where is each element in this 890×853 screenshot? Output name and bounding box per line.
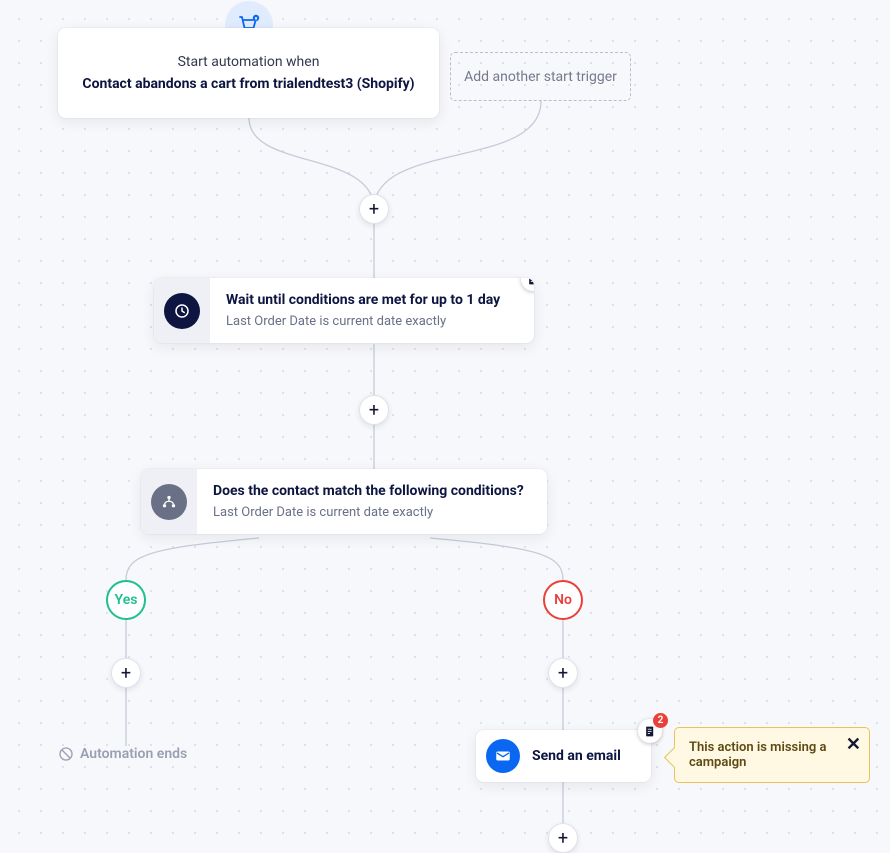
condition-icon-pane: [141, 469, 197, 534]
branch-no-label: No: [554, 592, 572, 608]
wait-icon-pane: [154, 278, 210, 343]
add-step-after-email[interactable]: +: [548, 823, 578, 853]
add-trigger-label: Add another start trigger: [464, 69, 617, 85]
condition-node[interactable]: Does the contact match the following con…: [141, 469, 547, 534]
add-step-button-2[interactable]: +: [359, 395, 389, 425]
plus-icon: +: [121, 663, 131, 684]
automation-ends: Automation ends: [58, 746, 187, 762]
wait-node[interactable]: Wait until conditions are met for up to …: [154, 278, 534, 343]
trigger-node[interactable]: Start automation when Contact abandons a…: [58, 28, 439, 118]
note-icon: [527, 278, 535, 286]
branch-no[interactable]: No: [543, 580, 583, 620]
add-trigger-button[interactable]: Add another start trigger: [450, 52, 631, 101]
note-icon: [644, 725, 657, 738]
email-error-badge[interactable]: 2: [638, 719, 662, 743]
branch-yes[interactable]: Yes: [106, 580, 146, 620]
canvas-background: [0, 0, 890, 848]
condition-subtitle: Last Order Date is current date exactly: [213, 505, 529, 520]
tooltip-text: This action is missing a campaign: [689, 740, 826, 770]
email-icon: [486, 739, 520, 773]
close-icon[interactable]: ✕: [846, 736, 861, 754]
trigger-subtitle: Start automation when: [58, 54, 439, 70]
clock-icon: [164, 293, 200, 329]
branch-yes-label: Yes: [115, 592, 138, 608]
add-step-button-1[interactable]: +: [359, 194, 389, 224]
condition-title: Does the contact match the following con…: [213, 483, 529, 499]
plus-icon: +: [558, 663, 568, 684]
wait-title: Wait until conditions are met for up to …: [226, 292, 516, 308]
trigger-title: Contact abandons a cart from trialendtes…: [58, 76, 439, 92]
wait-subtitle: Last Order Date is current date exactly: [226, 314, 516, 329]
branch-icon: [151, 484, 187, 520]
email-badge-count: 2: [653, 713, 668, 728]
ends-label: Automation ends: [80, 746, 187, 762]
email-title: Send an email: [532, 748, 621, 764]
plus-icon: +: [369, 199, 379, 220]
add-step-yes[interactable]: +: [111, 658, 141, 688]
warning-tooltip: This action is missing a campaign ✕: [674, 727, 870, 783]
stop-icon: [58, 746, 74, 762]
email-node[interactable]: Send an email 2: [476, 730, 651, 782]
plus-icon: +: [369, 400, 379, 421]
plus-icon: +: [558, 828, 568, 849]
add-step-no[interactable]: +: [548, 658, 578, 688]
